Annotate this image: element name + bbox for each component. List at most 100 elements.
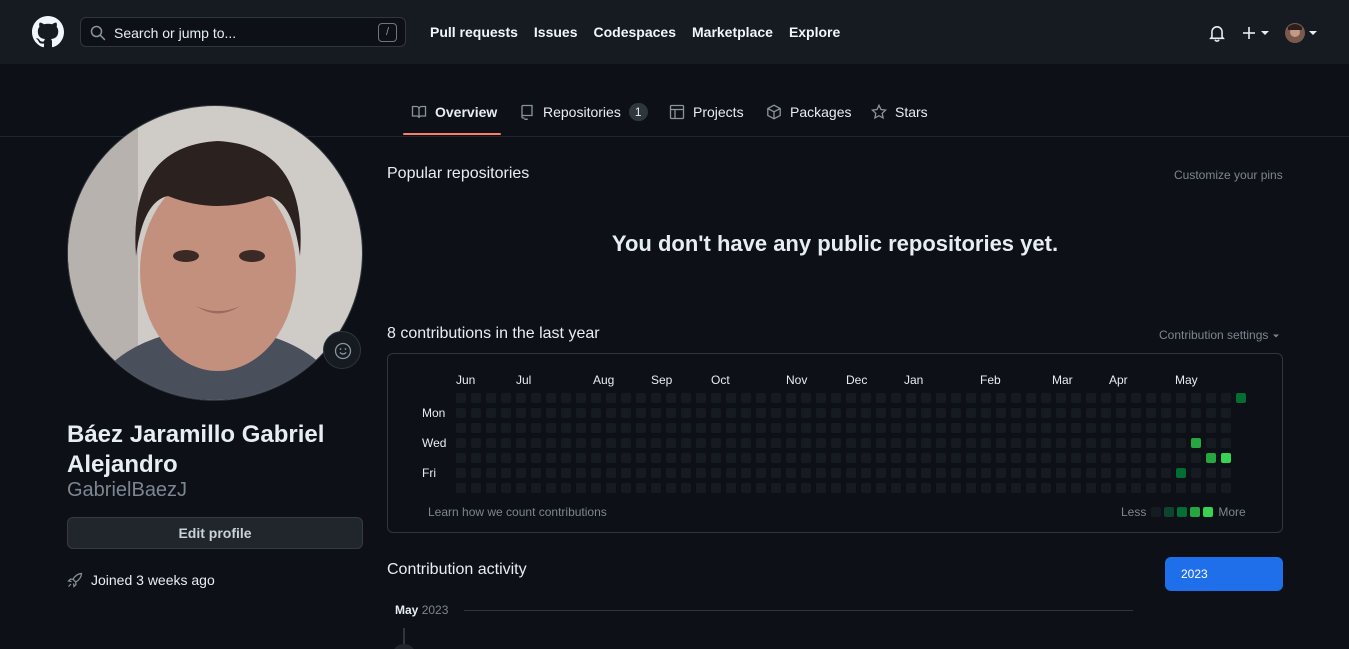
contribution-day-cell[interactable]	[1011, 408, 1021, 418]
contribution-day-cell[interactable]	[501, 393, 511, 403]
contribution-day-cell[interactable]	[1161, 483, 1171, 493]
contribution-day-cell[interactable]	[876, 423, 886, 433]
contribution-day-cell[interactable]	[1041, 453, 1051, 463]
contribution-day-cell[interactable]	[801, 468, 811, 478]
contribution-day-cell[interactable]	[951, 468, 961, 478]
contribution-day-cell[interactable]	[1071, 423, 1081, 433]
contribution-day-cell[interactable]	[1146, 408, 1156, 418]
contribution-day-cell[interactable]	[786, 393, 796, 403]
contribution-day-cell[interactable]	[1041, 408, 1051, 418]
contribution-day-cell[interactable]	[966, 423, 976, 433]
contribution-day-cell[interactable]	[531, 483, 541, 493]
contribution-day-cell[interactable]	[936, 468, 946, 478]
contribution-day-cell[interactable]	[711, 393, 721, 403]
nav-pull-requests[interactable]: Pull requests	[430, 24, 518, 40]
contribution-day-cell[interactable]	[981, 393, 991, 403]
contribution-day-cell[interactable]	[981, 453, 991, 463]
contribution-day-cell[interactable]	[1011, 393, 1021, 403]
contribution-day-cell[interactable]	[861, 423, 871, 433]
contribution-day-cell[interactable]	[561, 438, 571, 448]
contribution-day-cell[interactable]	[1026, 483, 1036, 493]
contribution-day-cell[interactable]	[516, 438, 526, 448]
contribution-day-cell[interactable]	[1086, 423, 1096, 433]
contribution-day-cell[interactable]	[921, 438, 931, 448]
contribution-day-cell[interactable]	[471, 438, 481, 448]
contribution-day-cell[interactable]	[1071, 408, 1081, 418]
contribution-day-cell[interactable]	[786, 438, 796, 448]
contribution-day-cell[interactable]	[1221, 423, 1231, 433]
contribution-day-cell[interactable]	[846, 438, 856, 448]
contribution-day-cell[interactable]	[876, 468, 886, 478]
contribution-day-cell[interactable]	[621, 393, 631, 403]
profile-avatar[interactable]	[67, 105, 363, 401]
contribution-day-cell[interactable]	[981, 408, 991, 418]
contribution-day-cell[interactable]	[1221, 483, 1231, 493]
contribution-day-cell[interactable]	[1191, 393, 1201, 403]
contribution-day-cell[interactable]	[801, 483, 811, 493]
contribution-day-cell[interactable]	[681, 393, 691, 403]
contribution-day-cell[interactable]	[456, 453, 466, 463]
contribution-day-cell[interactable]	[951, 453, 961, 463]
contribution-day-cell[interactable]	[486, 468, 496, 478]
contribution-day-cell[interactable]	[1206, 438, 1216, 448]
contribution-day-cell[interactable]	[516, 393, 526, 403]
create-new-dropdown-icon[interactable]	[1242, 24, 1270, 42]
contribution-day-cell[interactable]	[846, 423, 856, 433]
contribution-day-cell[interactable]	[966, 438, 976, 448]
contribution-day-cell[interactable]	[876, 453, 886, 463]
contribution-day-cell[interactable]	[726, 423, 736, 433]
contribution-day-cell[interactable]	[936, 408, 946, 418]
contribution-day-cell[interactable]	[876, 393, 886, 403]
contribution-day-cell[interactable]	[1041, 483, 1051, 493]
contribution-day-cell[interactable]	[1206, 483, 1216, 493]
contribution-day-cell[interactable]	[1131, 468, 1141, 478]
contribution-day-cell[interactable]	[906, 408, 916, 418]
nav-codespaces[interactable]: Codespaces	[594, 24, 676, 40]
contribution-day-cell[interactable]	[621, 438, 631, 448]
contribution-day-cell[interactable]	[846, 393, 856, 403]
contribution-day-cell[interactable]	[1131, 483, 1141, 493]
contribution-day-cell[interactable]	[831, 453, 841, 463]
contribution-day-cell[interactable]	[1206, 468, 1216, 478]
contribution-day-cell[interactable]	[1056, 408, 1066, 418]
contribution-day-cell[interactable]	[666, 483, 676, 493]
contribution-day-cell[interactable]	[621, 408, 631, 418]
contribution-day-cell[interactable]	[1221, 453, 1231, 463]
contribution-day-cell[interactable]	[936, 453, 946, 463]
contribution-day-cell[interactable]	[1011, 438, 1021, 448]
contribution-day-cell[interactable]	[621, 468, 631, 478]
contribution-day-cell[interactable]	[951, 408, 961, 418]
contribution-day-cell[interactable]	[501, 453, 511, 463]
contribution-day-cell[interactable]	[591, 423, 601, 433]
contribution-day-cell[interactable]	[471, 468, 481, 478]
contribution-day-cell[interactable]	[1041, 423, 1051, 433]
contribution-day-cell[interactable]	[1221, 438, 1231, 448]
contribution-day-cell[interactable]	[906, 468, 916, 478]
contribution-day-cell[interactable]	[846, 408, 856, 418]
contribution-day-cell[interactable]	[921, 393, 931, 403]
contribution-day-cell[interactable]	[516, 453, 526, 463]
learn-contributions-link[interactable]: Learn how we count contributions	[428, 505, 607, 519]
contribution-day-cell[interactable]	[561, 468, 571, 478]
contribution-day-cell[interactable]	[1176, 423, 1186, 433]
contribution-day-cell[interactable]	[456, 468, 466, 478]
contribution-day-cell[interactable]	[561, 483, 571, 493]
contribution-day-cell[interactable]	[771, 423, 781, 433]
contribution-day-cell[interactable]	[651, 468, 661, 478]
contribution-day-cell[interactable]	[1116, 408, 1126, 418]
contribution-day-cell[interactable]	[801, 408, 811, 418]
contribution-day-cell[interactable]	[996, 423, 1006, 433]
customize-pins-link[interactable]: Customize your pins	[1174, 168, 1283, 182]
contribution-day-cell[interactable]	[996, 468, 1006, 478]
contribution-day-cell[interactable]	[576, 393, 586, 403]
contribution-day-cell[interactable]	[861, 408, 871, 418]
edit-profile-button[interactable]: Edit profile	[67, 517, 363, 549]
contribution-day-cell[interactable]	[861, 393, 871, 403]
contribution-day-cell[interactable]	[906, 393, 916, 403]
contribution-day-cell[interactable]	[516, 408, 526, 418]
contribution-day-cell[interactable]	[621, 453, 631, 463]
contribution-day-cell[interactable]	[1131, 423, 1141, 433]
contribution-day-cell[interactable]	[1071, 393, 1081, 403]
contribution-day-cell[interactable]	[561, 423, 571, 433]
contribution-day-cell[interactable]	[831, 393, 841, 403]
